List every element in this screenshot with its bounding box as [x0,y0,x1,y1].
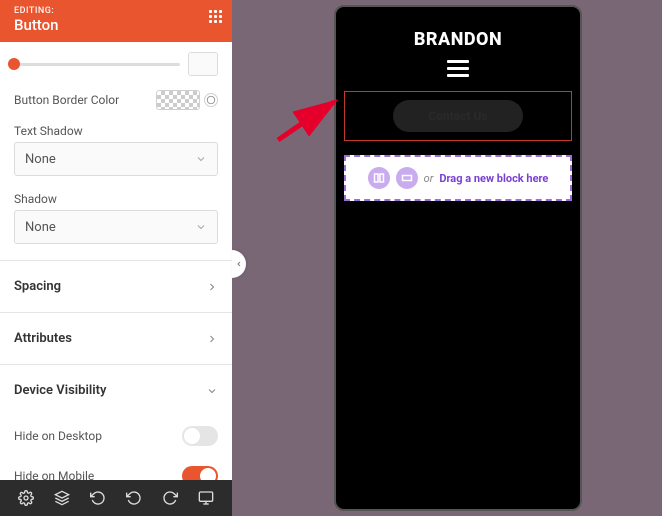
section-spacing[interactable]: Spacing [14,261,218,312]
chevron-down-icon [195,221,207,233]
color-picker-icon[interactable] [204,93,218,107]
contact-us-button[interactable]: Contact Us [393,100,523,132]
drop-or: or [424,172,434,185]
settings-icon[interactable] [15,487,37,509]
shadow-value: None [25,220,56,235]
undo-icon[interactable] [123,487,145,509]
selected-block-outline[interactable]: Contact Us [344,91,572,141]
chevron-down-icon [195,153,207,165]
hide-mobile-row: Hide on Mobile [14,456,218,480]
section-attributes[interactable]: Attributes [14,313,218,364]
mobile-preview: BRANDON Contact Us or Drag a new block h… [334,5,582,511]
hide-desktop-row: Hide on Desktop [14,416,218,456]
text-shadow-select[interactable]: None [14,142,218,176]
text-shadow-value: None [25,152,56,167]
editor-sidebar: EDITING: Button Button Border Color Text… [0,0,232,516]
collapse-sidebar-button[interactable] [232,250,246,278]
border-width-input[interactable] [188,52,218,76]
sidebar-body: Button Border Color Text Shadow None Sha… [0,42,232,480]
shadow-select[interactable]: None [14,210,218,244]
section-block-icon[interactable] [396,167,418,189]
border-width-slider[interactable] [14,63,180,66]
hide-mobile-toggle[interactable] [182,466,218,480]
chevron-down-icon [206,385,218,397]
editing-label: EDITING: [14,6,218,16]
chevron-right-icon [206,281,218,293]
preview-brand: BRANDON [336,7,580,50]
border-color-swatch[interactable] [156,90,200,110]
chevron-left-icon [235,259,243,269]
chevron-right-icon [206,333,218,345]
columns-block-icon[interactable] [368,167,390,189]
sidebar-footer [0,480,232,516]
hamburger-menu-icon[interactable] [447,60,469,77]
history-icon[interactable] [87,487,109,509]
text-shadow-label: Text Shadow [14,124,218,138]
border-width-row [14,52,218,76]
editing-title: Button [14,16,218,34]
section-device-visibility[interactable]: Device Visibility [14,365,218,416]
redo-icon[interactable] [159,487,181,509]
hide-desktop-toggle[interactable] [182,426,218,446]
desktop-preview-icon[interactable] [195,487,217,509]
border-color-label: Button Border Color [14,93,119,107]
drag-handle-icon[interactable] [209,10,222,23]
border-color-row: Button Border Color [14,90,218,110]
shadow-label: Shadow [14,192,218,206]
sidebar-header: EDITING: Button [0,0,232,42]
drop-text: Drag a new block here [439,172,548,185]
layers-icon[interactable] [51,487,73,509]
drop-zone[interactable]: or Drag a new block here [344,155,572,201]
